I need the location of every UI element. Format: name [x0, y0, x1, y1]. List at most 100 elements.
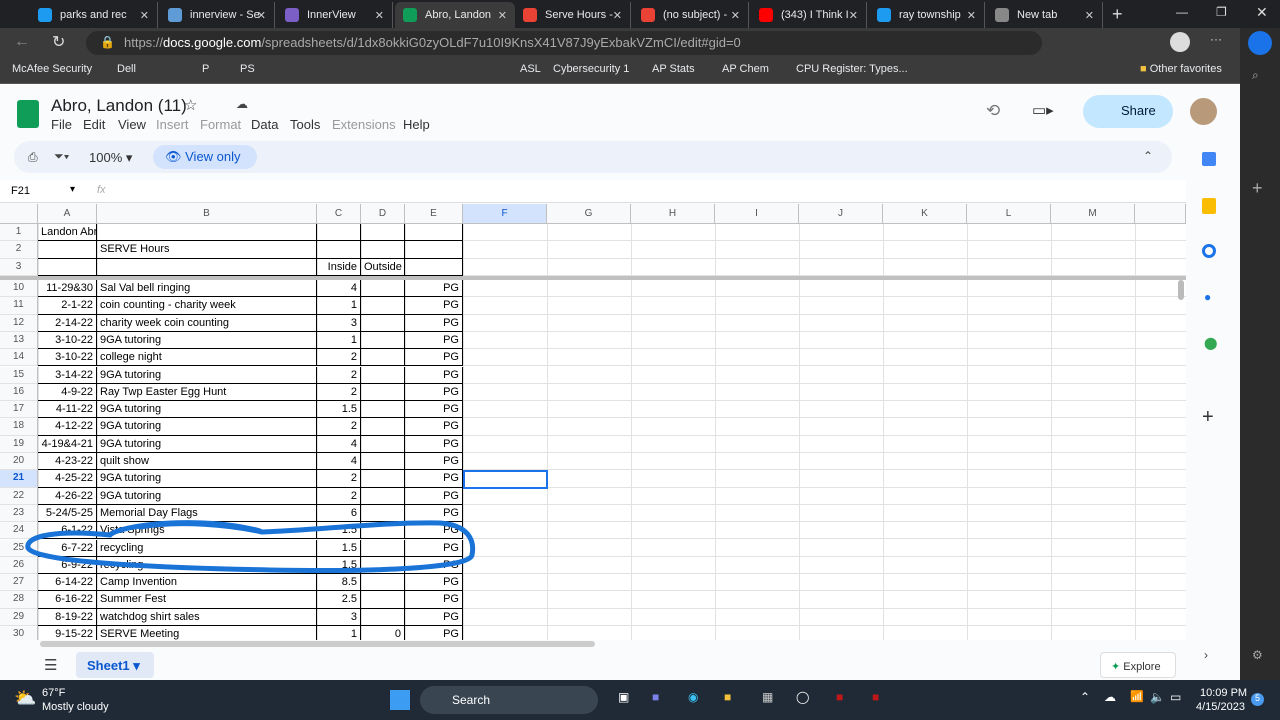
cell-e27[interactable]: PG [405, 574, 463, 592]
clock-date[interactable]: 4/15/2023 [1196, 701, 1245, 713]
cell-b25[interactable]: recycling [97, 539, 317, 557]
cell-d26[interactable] [361, 556, 405, 575]
menu-extensions[interactable]: Extensions [332, 117, 396, 132]
cloud-status-icon[interactable]: ☁ [236, 97, 248, 111]
cell-c25[interactable]: 1.5 [317, 539, 361, 557]
cell-d22[interactable] [361, 487, 405, 505]
cell-d20[interactable] [361, 453, 405, 471]
browser-tab[interactable]: (343) I Think I ✕ [751, 2, 867, 28]
bookmark-item[interactable]: McAfee Security [12, 63, 92, 75]
cell-d14[interactable] [361, 349, 405, 367]
cell-c30[interactable]: 1 [317, 626, 361, 640]
row-header[interactable]: 11 [0, 297, 38, 315]
cell-a12[interactable]: 2-14-22 [38, 314, 97, 332]
cell-c21[interactable]: 2 [317, 470, 361, 488]
close-tab-icon[interactable]: ✕ [140, 9, 149, 22]
cell-e18[interactable]: PG [405, 418, 463, 436]
cell-a10[interactable]: 11-29&30 [38, 280, 97, 298]
share-button[interactable]: Share [1083, 95, 1173, 128]
settings-icon[interactable]: ⚙ [1252, 648, 1263, 662]
bookmark-item[interactable]: AP Chem [722, 63, 769, 75]
close-tab-icon[interactable]: ✕ [498, 9, 507, 22]
all-sheets-icon[interactable]: ☰ [44, 656, 57, 674]
cell-c13[interactable]: 1 [317, 331, 361, 350]
cell-d19[interactable] [361, 435, 405, 453]
column-header-a[interactable]: A [38, 204, 97, 224]
cell-e15[interactable]: PG [405, 366, 463, 384]
tasks-icon[interactable] [1202, 244, 1216, 258]
cell-b27[interactable]: Camp Invention [97, 574, 317, 592]
cell-c20[interactable]: 4 [317, 453, 361, 471]
cell-e2[interactable] [405, 241, 463, 259]
file-explorer-icon[interactable]: ■ [724, 690, 731, 704]
cell-e19[interactable]: PG [405, 435, 463, 453]
cell-b19[interactable]: 9GA tutoring [97, 435, 317, 453]
cell-d15[interactable] [361, 366, 405, 384]
column-header-d[interactable]: D [361, 204, 405, 224]
show-hidden-icons[interactable]: ⌃ [1080, 690, 1090, 704]
row-header[interactable]: 22 [0, 487, 38, 505]
cell-b15[interactable]: 9GA tutoring [97, 366, 317, 384]
browser-tab[interactable]: (no subject) - ✕ [633, 2, 749, 28]
cell-a24[interactable]: 6-1-22 [38, 522, 97, 540]
contacts-icon[interactable]: ● [1204, 290, 1211, 304]
filter-icon[interactable]: ⏷▾ [54, 149, 69, 164]
cell-c10[interactable]: 4 [317, 280, 361, 298]
close-tab-icon[interactable]: ✕ [731, 9, 740, 22]
cell-a20[interactable]: 4-23-22 [38, 453, 97, 471]
cell-a19[interactable]: 4-19&4-21 [38, 435, 97, 453]
cell-b26[interactable]: recycling [97, 556, 317, 575]
cell-b29[interactable]: watchdog shirt sales [97, 608, 317, 626]
name-box[interactable]: F21 [11, 185, 30, 197]
cell-e1[interactable] [405, 224, 463, 242]
cell-c15[interactable]: 2 [317, 366, 361, 384]
cell-b23[interactable]: Memorial Day Flags [97, 504, 317, 523]
bookmark-item[interactable]: PS [240, 63, 255, 75]
cell-c1[interactable] [317, 224, 361, 242]
cell-a22[interactable]: 4-26-22 [38, 487, 97, 505]
menu-file[interactable]: File [51, 117, 72, 132]
cell-b12[interactable]: charity week coin counting [97, 314, 317, 332]
row-header[interactable]: 29 [0, 608, 38, 626]
row-header[interactable]: 21 [0, 470, 38, 488]
cell-b20[interactable]: quilt show [97, 453, 317, 471]
cell-b22[interactable]: 9GA tutoring [97, 487, 317, 505]
row-header[interactable]: 17 [0, 401, 38, 419]
cell-a23[interactable]: 5-24/5-25 [38, 504, 97, 523]
menu-view[interactable]: View [118, 117, 146, 132]
vertical-scrollbar[interactable] [1178, 280, 1184, 300]
cell-c23[interactable]: 6 [317, 504, 361, 523]
cell-b3[interactable] [97, 258, 317, 276]
menu-help[interactable]: Help [403, 117, 430, 132]
row-header[interactable]: 15 [0, 366, 38, 384]
cell-a2[interactable] [38, 241, 97, 259]
cell-a21[interactable]: 4-25-22 [38, 470, 97, 488]
cell-b21[interactable]: 9GA tutoring [97, 470, 317, 488]
history-icon[interactable]: ⟲ [986, 101, 1000, 121]
menu-insert[interactable]: Insert [156, 117, 189, 132]
cell-e23[interactable]: PG [405, 504, 463, 523]
restore-button[interactable]: ❐ [1216, 5, 1227, 19]
cell-e24[interactable]: PG [405, 522, 463, 540]
keep-icon[interactable] [1202, 198, 1216, 214]
battery-icon[interactable]: ▭ [1170, 690, 1181, 704]
menu-edit[interactable]: Edit [83, 117, 105, 132]
menu-format[interactable]: Format [200, 117, 241, 132]
cell-b28[interactable]: Summer Fest [97, 591, 317, 609]
row-header[interactable]: 27 [0, 574, 38, 592]
column-header-partial[interactable] [1135, 204, 1186, 224]
view-only-button[interactable]: 👁 View only [153, 145, 257, 169]
explore-button[interactable]: ✦ Explore [1100, 652, 1176, 678]
show-side-panel-icon[interactable]: › [1204, 648, 1208, 662]
browser-tab[interactable]: New tab ✕ [987, 2, 1103, 28]
cell-c3[interactable]: Inside [317, 258, 361, 276]
more-menu-icon[interactable]: ··· [1210, 32, 1222, 46]
cell-d29[interactable] [361, 608, 405, 626]
menu-tools[interactable]: Tools [290, 117, 320, 132]
cell-c22[interactable]: 2 [317, 487, 361, 505]
cell-d30[interactable]: 0 [361, 626, 405, 640]
row-header[interactable]: 14 [0, 349, 38, 367]
sheet-tab-sheet1[interactable]: Sheet1 ▾ [76, 652, 154, 678]
cell-e25[interactable]: PG [405, 539, 463, 557]
cell-a26[interactable]: 6-9-22 [38, 556, 97, 575]
